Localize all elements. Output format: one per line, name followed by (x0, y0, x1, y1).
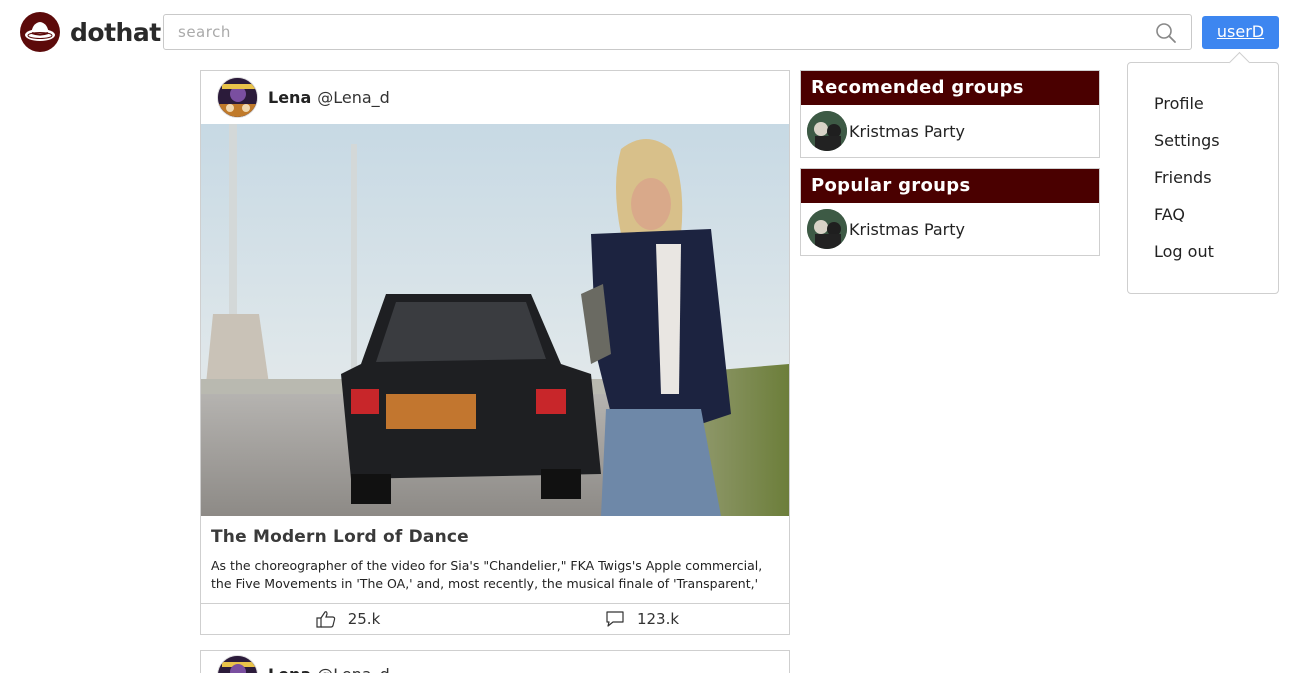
like-button[interactable]: 25.k (201, 604, 495, 634)
post-card: Lena @Lena_d (200, 650, 790, 673)
search-bar (163, 14, 1192, 50)
group-item[interactable]: Kristmas Party (801, 203, 1099, 255)
search-icon[interactable] (1155, 22, 1177, 44)
thumbs-up-icon (316, 611, 335, 628)
logo-text: dothat (70, 17, 161, 47)
post-author-name[interactable]: Lena (268, 88, 311, 107)
recommended-groups-panel: Recomended groups Kristmas Party (800, 70, 1100, 158)
user-menu-button[interactable]: userD (1202, 16, 1279, 49)
avatar[interactable] (217, 77, 258, 118)
post-title[interactable]: The Modern Lord of Dance (211, 527, 779, 547)
group-avatar (807, 111, 847, 151)
post-header: Lena @Lena_d (201, 651, 789, 673)
like-count: 25.k (347, 610, 381, 628)
avatar[interactable] (217, 655, 258, 673)
comment-icon (606, 611, 624, 627)
comment-count: 123.k (636, 610, 680, 628)
popular-groups-panel: Popular groups Kristmas Party (800, 168, 1100, 256)
recommended-groups-title: Recomended groups (801, 71, 1099, 105)
post-author-handle[interactable]: @Lena_d (317, 88, 390, 107)
search-input[interactable] (178, 15, 1138, 49)
post-actions: 25.k 123.k (201, 603, 789, 634)
menu-item-settings[interactable]: Settings (1154, 131, 1278, 168)
group-name: Kristmas Party (849, 121, 965, 141)
group-name: Kristmas Party (849, 219, 965, 239)
post-card: Lena @Lena_d (200, 70, 790, 635)
menu-item-profile[interactable]: Profile (1154, 94, 1278, 131)
menu-item-faq[interactable]: FAQ (1154, 205, 1278, 242)
post-excerpt: As the choreographer of the video for Si… (211, 558, 763, 591)
menu-item-logout[interactable]: Log out (1154, 242, 1278, 279)
group-item[interactable]: Kristmas Party (801, 105, 1099, 157)
post-author-handle[interactable]: @Lena_d (317, 665, 390, 673)
popular-groups-title: Popular groups (801, 169, 1099, 203)
post-author-name[interactable]: Lena (268, 665, 311, 673)
user-dropdown-menu: Profile Settings Friends FAQ Log out (1127, 62, 1279, 294)
post-header: Lena @Lena_d (201, 71, 789, 124)
comment-button[interactable]: 123.k (495, 604, 789, 634)
menu-item-friends[interactable]: Friends (1154, 168, 1278, 205)
group-avatar (807, 209, 847, 249)
logo-hat-icon (20, 12, 60, 52)
site-logo[interactable]: dothat (20, 12, 161, 52)
post-image[interactable] (201, 124, 789, 516)
